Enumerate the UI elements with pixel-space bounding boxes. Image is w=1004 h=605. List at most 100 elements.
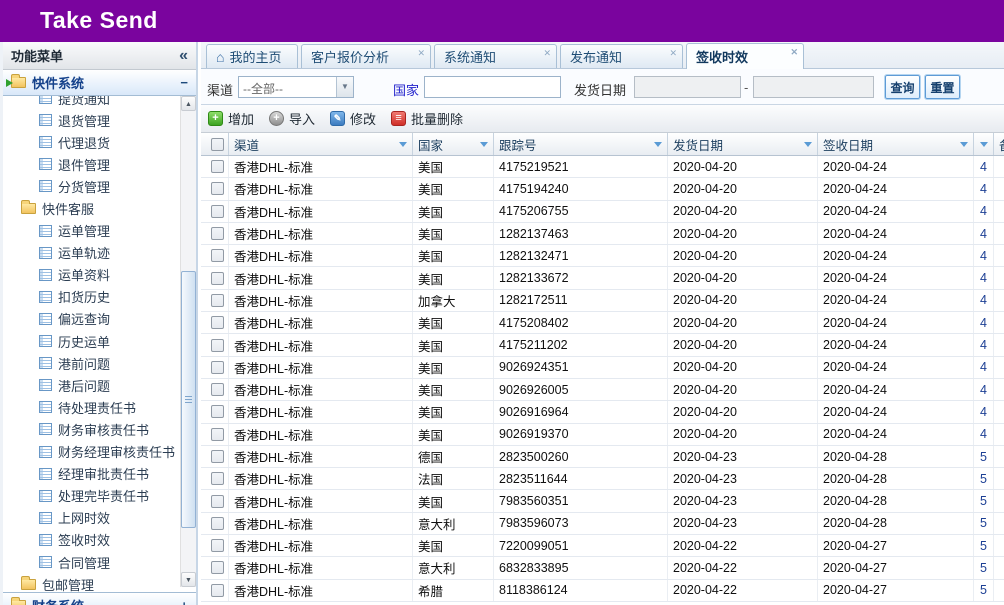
cell-text: 4 (980, 360, 987, 374)
cell-text: 美国 (418, 269, 443, 288)
row-checkbox[interactable] (211, 517, 224, 530)
reset-button[interactable]: 重置 (925, 75, 960, 99)
row-checkbox[interactable] (211, 584, 224, 597)
tab-2[interactable]: 系统通知✕ (434, 44, 557, 68)
country-input[interactable] (424, 76, 561, 98)
tab-3[interactable]: 发布通知✕ (560, 44, 683, 68)
sidebar-item[interactable]: 财务审核责任书 (3, 418, 179, 440)
sidebar-item[interactable]: 处理完毕责任书 (3, 485, 179, 507)
channel-select[interactable]: --全部-- ▼ (238, 76, 354, 98)
row-checkbox[interactable] (211, 450, 224, 463)
cell-country: 美国 (413, 201, 494, 222)
sidebar-item[interactable]: 港后问题 (3, 374, 179, 396)
tab-0[interactable]: ⌂我的主页 (206, 44, 298, 68)
tab-close-icon[interactable]: ✕ (669, 48, 677, 59)
cell-days: 4 (974, 156, 994, 177)
sidebar-section-finance[interactable]: 财务系统 + (3, 592, 196, 605)
cell-channel: 香港DHL-标准 (229, 290, 413, 311)
sidebar-item[interactable]: 代理退货 (3, 131, 179, 153)
row-checkbox[interactable] (211, 405, 224, 418)
column-header-channel[interactable]: 渠道 (229, 133, 413, 155)
row-checkbox[interactable] (211, 249, 224, 262)
row-checkbox[interactable] (211, 339, 224, 352)
cell-text: 2020-04-24 (823, 293, 887, 307)
row-checkbox[interactable] (211, 383, 224, 396)
expand-section-icon[interactable]: + (180, 598, 188, 605)
row-checkbox[interactable] (211, 272, 224, 285)
row-checkbox[interactable] (211, 428, 224, 441)
sidebar-item[interactable]: 经理审批责任书 (3, 463, 179, 485)
row-checkbox[interactable] (211, 495, 224, 508)
sidebar-item[interactable]: 退件管理 (3, 153, 179, 175)
sidebar-scrollbar[interactable]: ▲ ▼ (180, 96, 196, 587)
row-checkbox[interactable] (211, 539, 224, 552)
scrollbar-thumb[interactable] (181, 271, 196, 528)
sort-arrow-icon[interactable] (480, 142, 488, 147)
sidebar-item[interactable]: 历史运单 (3, 330, 179, 352)
dropdown-arrow-icon[interactable]: ▼ (336, 77, 353, 97)
sidebar-item[interactable]: 扣货历史 (3, 286, 179, 308)
toolbar-button-add[interactable]: +增加 (208, 109, 254, 128)
table-row: 香港DHL-标准美国41751942402020-04-202020-04-24… (201, 178, 1004, 200)
column-header-note[interactable]: 备 (994, 133, 1004, 155)
tab-close-icon[interactable]: ✕ (790, 47, 798, 58)
collapse-section-icon[interactable]: − (180, 75, 188, 90)
cell-days: 5 (974, 513, 994, 534)
sidebar-item[interactable]: 待处理责任书 (3, 396, 179, 418)
column-header-days[interactable] (974, 133, 994, 155)
row-checkbox[interactable] (211, 227, 224, 240)
cell-days: 5 (974, 490, 994, 511)
sort-arrow-icon[interactable] (399, 142, 407, 147)
scroll-up-icon[interactable]: ▲ (181, 96, 196, 111)
cell-note (994, 245, 1004, 266)
date-from-input[interactable] (634, 76, 741, 98)
sidebar-item[interactable]: 快件客服 (3, 197, 179, 219)
sort-arrow-icon[interactable] (960, 142, 968, 147)
select-all-checkbox[interactable] (211, 138, 224, 151)
sort-arrow-icon[interactable] (804, 142, 812, 147)
sort-arrow-icon[interactable] (654, 142, 662, 147)
row-checkbox[interactable] (211, 182, 224, 195)
column-header-country[interactable]: 国家 (413, 133, 494, 155)
row-checkbox[interactable] (211, 294, 224, 307)
tab-close-icon[interactable]: ✕ (543, 48, 551, 59)
row-checkbox[interactable] (211, 316, 224, 329)
row-checkbox[interactable] (211, 472, 224, 485)
toolbar-button-batch_delete[interactable]: ≡批量删除 (391, 109, 463, 128)
tab-1[interactable]: 客户报价分析✕ (301, 44, 431, 68)
date-to-input[interactable] (753, 76, 874, 98)
cell-text: 1282137463 (499, 227, 569, 241)
sidebar-item[interactable]: 包邮管理 (3, 573, 179, 592)
sidebar-item[interactable]: 偏远查询 (3, 308, 179, 330)
tab-4[interactable]: 签收时效✕ (686, 43, 804, 69)
row-checkbox[interactable] (211, 361, 224, 374)
sidebar-collapse-icon[interactable]: « (179, 47, 188, 65)
sidebar-item[interactable]: 运单轨迹 (3, 242, 179, 264)
edit-icon: ✎ (330, 111, 345, 126)
toolbar-button-import[interactable]: +导入 (269, 109, 315, 128)
row-checkbox[interactable] (211, 160, 224, 173)
sidebar-item[interactable]: 运单管理 (3, 220, 179, 242)
scroll-down-icon[interactable]: ▼ (181, 572, 196, 587)
sidebar-item[interactable]: 签收时效 (3, 529, 179, 551)
row-checkbox[interactable] (211, 205, 224, 218)
sidebar-section-express[interactable]: 快件系统 − (3, 70, 196, 96)
column-header-ship_date[interactable]: 发货日期 (668, 133, 818, 155)
sidebar-item[interactable]: 提货通知 (3, 96, 179, 109)
sidebar-item[interactable]: 运单资料 (3, 264, 179, 286)
toolbar-button-edit[interactable]: ✎修改 (330, 109, 376, 128)
sidebar-item[interactable]: 财务经理审核责任书 (3, 441, 179, 463)
sidebar-item[interactable]: 分货管理 (3, 175, 179, 197)
query-button[interactable]: 查询 (885, 75, 920, 99)
row-checkbox[interactable] (211, 561, 224, 574)
sidebar-item[interactable]: 港前问题 (3, 352, 179, 374)
column-header-sign_date[interactable]: 签收日期 (818, 133, 974, 155)
column-header-tracking[interactable]: 跟踪号 (494, 133, 668, 155)
sidebar-item[interactable]: 上网时效 (3, 507, 179, 529)
sort-arrow-icon[interactable] (980, 142, 988, 147)
sidebar-item[interactable]: 退货管理 (3, 109, 179, 131)
cell-ship_date: 2020-04-20 (668, 312, 818, 333)
tab-close-icon[interactable]: ✕ (417, 48, 425, 59)
sidebar-item[interactable]: 合同管理 (3, 551, 179, 573)
cell-tracking: 9026924351 (494, 357, 668, 378)
